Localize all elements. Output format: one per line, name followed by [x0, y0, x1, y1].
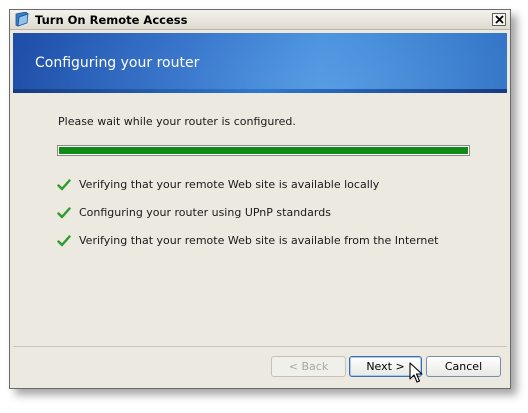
step-label: Verifying that your remote Web site is a… [79, 234, 439, 247]
window-title: Turn On Remote Access [35, 13, 188, 27]
check-icon [57, 207, 71, 219]
content-panel: Please wait while your router is configu… [13, 93, 507, 347]
progress-fill [59, 147, 468, 154]
step-label: Configuring your router using UPnP stand… [79, 206, 331, 219]
check-icon [57, 179, 71, 191]
check-icon [57, 235, 71, 247]
dialog-window: Turn On Remote Access Configuring your r… [9, 9, 511, 389]
status-text: Please wait while your router is configu… [58, 115, 296, 128]
step-label: Verifying that your remote Web site is a… [79, 178, 380, 191]
progress-bar [57, 145, 470, 156]
header-banner: Configuring your router [13, 33, 507, 93]
title-bar[interactable]: Turn On Remote Access [10, 10, 510, 30]
back-button[interactable]: < Back [271, 356, 346, 377]
home-server-icon [14, 11, 30, 27]
close-icon [495, 15, 504, 24]
banner-title: Configuring your router [35, 55, 200, 71]
mouse-pointer-icon [409, 362, 423, 383]
cancel-button[interactable]: Cancel [426, 356, 501, 377]
close-button[interactable] [492, 13, 506, 26]
